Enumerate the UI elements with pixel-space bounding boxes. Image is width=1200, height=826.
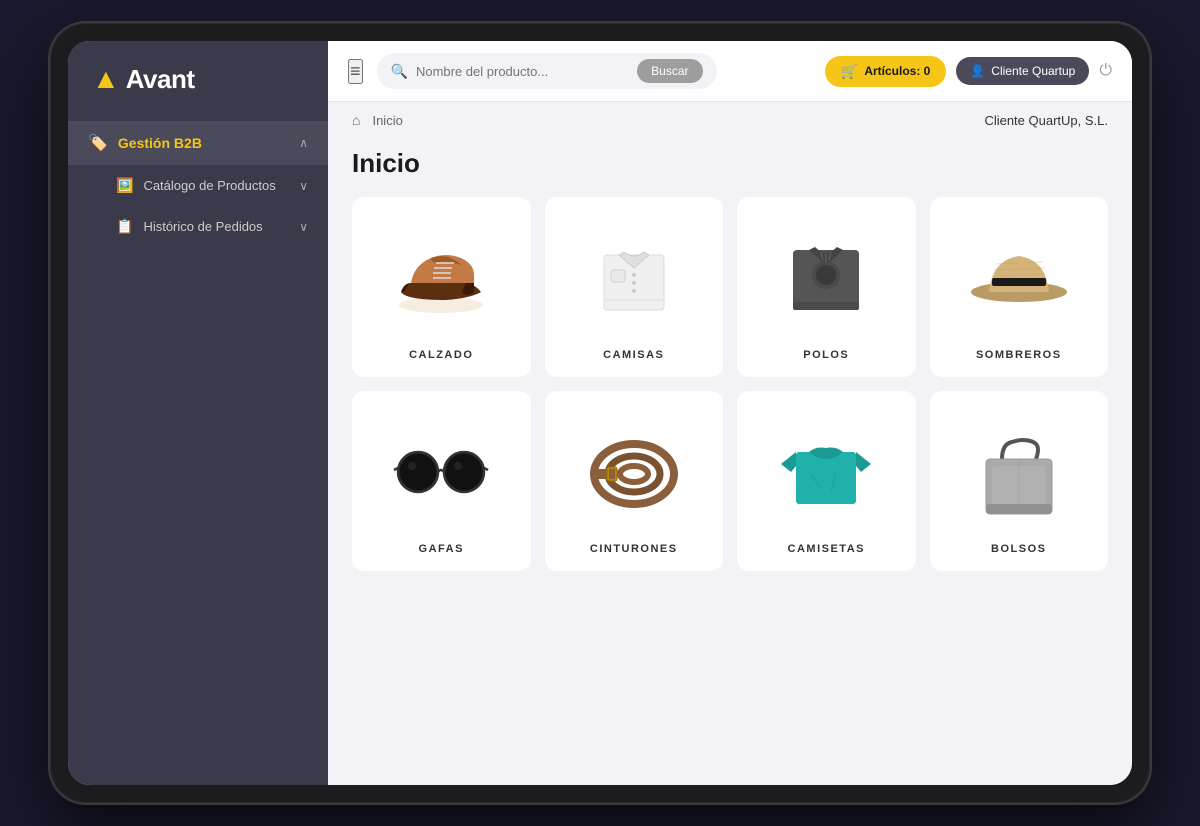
chevron-down-icon: ∨ <box>299 220 308 234</box>
category-image-camisetas <box>766 411 886 527</box>
category-card-bolsos[interactable]: BOLSOS <box>930 391 1109 571</box>
cart-button[interactable]: 🛒 Artículos: 0 <box>825 56 946 87</box>
cart-icon: 🛒 <box>841 63 858 80</box>
sidebar-nav: 🏷️ Gestión B2B ∧ 🖼️ Catálogo de Producto… <box>68 113 328 785</box>
home-icon: ⌂ <box>352 112 360 128</box>
category-card-gafas[interactable]: GAFAS <box>352 391 531 571</box>
category-image-bolsos <box>959 411 1079 527</box>
search-icon: 🔍 <box>391 63 408 80</box>
category-label-camisetas: CAMISETAS <box>788 543 865 555</box>
tablet-screen: ▲ Avant 🏷️ Gestión B2B ∧ 🖼️ Catálogo de … <box>68 41 1132 785</box>
image-icon: 🖼️ <box>116 177 133 194</box>
search-bar: 🔍 Buscar <box>377 53 717 89</box>
category-image-cinturones <box>574 411 694 527</box>
category-label-gafas: GAFAS <box>419 543 464 555</box>
logo-area: ▲ Avant <box>68 41 328 113</box>
power-button[interactable]: ⏻ <box>1099 62 1112 80</box>
sidebar: ▲ Avant 🏷️ Gestión B2B ∧ 🖼️ Catálogo de … <box>68 41 328 785</box>
topbar-right: 🛒 Artículos: 0 👤 Cliente Quartup ⏻ <box>825 56 1112 87</box>
cart-label: Artículos: 0 <box>864 64 930 78</box>
sidebar-item-label: Catálogo de Productos <box>143 178 275 193</box>
doc-icon: 📋 <box>116 218 133 235</box>
category-label-cinturones: CINTURONES <box>590 543 678 555</box>
sidebar-item-label: Gestión B2B <box>118 135 202 151</box>
category-image-polos <box>766 217 886 333</box>
client-label: Cliente Quartup <box>991 64 1075 78</box>
tablet-frame: ▲ Avant 🏷️ Gestión B2B ∧ 🖼️ Catálogo de … <box>50 23 1150 803</box>
main-content: ≡ 🔍 Buscar 🛒 Artículos: 0 👤 Cliente Quar… <box>328 41 1132 785</box>
category-label-camisas: CAMISAS <box>603 349 664 361</box>
search-input[interactable] <box>416 64 629 79</box>
category-label-calzado: CALZADO <box>409 349 473 361</box>
sidebar-item-catalogo[interactable]: 🖼️ Catálogo de Productos ∨ <box>68 165 328 206</box>
category-card-camisetas[interactable]: CAMISETAS <box>737 391 916 571</box>
logo-icon: ▲ <box>92 63 120 95</box>
category-label-polos: POLOS <box>803 349 849 361</box>
category-card-calzado[interactable]: CALZADO <box>352 197 531 377</box>
category-label-sombreros: SOMBREROS <box>976 349 1062 361</box>
breadcrumb-item: Inicio <box>372 113 402 128</box>
search-button[interactable]: Buscar <box>637 59 702 83</box>
tag-icon: 🏷️ <box>88 133 108 153</box>
sidebar-item-label: Histórico de Pedidos <box>143 219 262 234</box>
category-card-cinturones[interactable]: CINTURONES <box>545 391 724 571</box>
categories-grid: CALZADO CAMISAS POLOS <box>352 197 1108 571</box>
breadcrumb-bar: ⌂ Inicio Cliente QuartUp, S.L. <box>328 102 1132 138</box>
category-image-gafas <box>381 411 501 527</box>
page-content: Inicio CALZADO CAMISA <box>328 138 1132 785</box>
category-image-camisas <box>574 217 694 333</box>
client-button[interactable]: 👤 Cliente Quartup <box>956 57 1089 85</box>
client-name: Cliente QuartUp, S.L. <box>984 113 1108 128</box>
topbar: ≡ 🔍 Buscar 🛒 Artículos: 0 👤 Cliente Quar… <box>328 41 1132 102</box>
chevron-up-icon: ∧ <box>299 136 308 150</box>
app-name: Avant <box>126 64 195 95</box>
category-card-camisas[interactable]: CAMISAS <box>545 197 724 377</box>
sidebar-item-historico[interactable]: 📋 Histórico de Pedidos ∨ <box>68 206 328 247</box>
user-icon: 👤 <box>970 64 985 78</box>
category-card-sombreros[interactable]: SOMBREROS <box>930 197 1109 377</box>
category-image-sombreros <box>959 217 1079 333</box>
sidebar-item-gestion-b2b[interactable]: 🏷️ Gestión B2B ∧ <box>68 121 328 165</box>
menu-button[interactable]: ≡ <box>348 59 363 84</box>
page-title: Inicio <box>352 148 1108 179</box>
chevron-down-icon: ∨ <box>299 179 308 193</box>
breadcrumb: ⌂ Inicio <box>352 112 403 128</box>
category-image-calzado <box>381 217 501 333</box>
category-label-bolsos: BOLSOS <box>991 543 1046 555</box>
category-card-polos[interactable]: POLOS <box>737 197 916 377</box>
